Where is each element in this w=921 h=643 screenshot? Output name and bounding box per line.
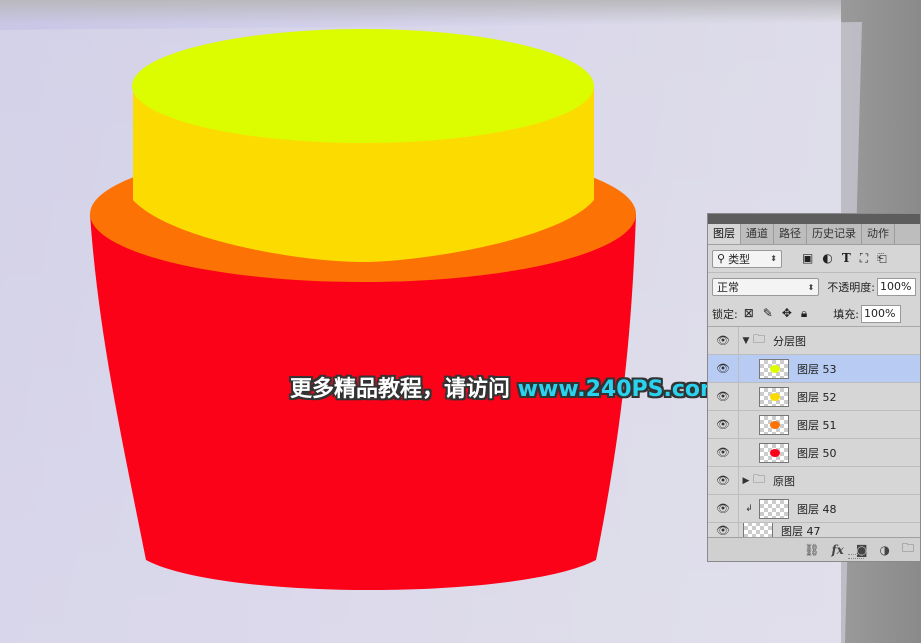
layer-thumbnail [759,442,789,463]
lid-top [132,29,594,143]
layer-name: 图层 53 [797,362,837,376]
layer-group-yuantu[interactable]: 👁︎ ▶ 🗀 原图 [708,467,920,495]
watermark-text: 更多精品教程，请访问 [290,377,518,402]
opacity-label: 不透明度: [827,281,875,294]
filter-row: ⚲ 类型 ⬍ ▣ ◐ T ⛶ ⎗ [708,245,920,273]
eye-icon[interactable]: 👁︎ [708,467,739,494]
panel-tabs: 图层 通道 路径 历史记录 动作 [708,224,920,245]
lock-paint-icon[interactable]: ✎ [763,306,773,321]
opacity-input[interactable]: 100% [876,278,916,296]
eye-icon[interactable]: 👁︎ [708,411,739,438]
layer-name: 图层 51 [797,418,837,432]
blend-mode-select[interactable]: 正常 ⬍ [712,278,820,296]
blend-row: 正常 ⬍ 不透明度: 100% [708,273,920,301]
layer-thumbnail [759,498,789,519]
layer-name: 原图 [773,474,796,488]
adjustment-filter-icon[interactable]: ◐ [822,251,832,266]
lock-position-icon[interactable]: ✥ [782,306,792,321]
filter-kind-label: 类型 [728,252,751,266]
layer-name: 图层 52 [797,390,837,404]
thumbnail-shape [770,448,780,457]
image-filter-icon[interactable]: ▣ [802,251,813,266]
resize-grip[interactable] [848,554,864,559]
layer-name: 图层 48 [797,502,837,516]
watermark: 更多精品教程，请访问 www.240PS.com [290,371,723,403]
layer-52[interactable]: 👁︎ 图层 52 [708,383,920,411]
lock-all-icon[interactable]: 🔒︎ [801,306,807,321]
filter-icons: ▣ ◐ T ⛶ ⎗ [802,251,887,266]
layer-thumbnail [759,414,789,435]
chevron-updown-icon: ⬍ [807,282,815,292]
layer-48[interactable]: 👁︎ ↲ 图层 48 [708,495,920,523]
eye-icon[interactable]: 👁︎ [708,439,739,466]
folder-icon: 🗀 [753,472,766,486]
lock-row: 锁定: ⊠ ✎ ✥ 🔒︎ 填充: 100% [708,301,920,327]
tab-layers[interactable]: 图层 [708,224,741,244]
watermark-url: www.240PS.com [517,377,723,402]
layer-thumbnail [759,386,789,407]
clipping-arrow-icon: ↲ [745,503,753,514]
thumbnail-shape [770,392,780,401]
smart-object-filter-icon[interactable]: ⎗ [877,251,887,266]
layer-51[interactable]: 👁︎ 图层 51 [708,411,920,439]
eye-icon[interactable]: 👁︎ [708,355,739,382]
type-filter-icon[interactable]: T [842,251,851,266]
fill-input[interactable]: 100% [861,304,902,323]
panel-title-bar[interactable] [708,214,920,224]
blend-mode-value: 正常 [717,281,739,294]
layer-thumbnail [759,358,789,379]
layers-panel: 图层 通道 路径 历史记录 动作 ⚲ 类型 ⬍ ▣ ◐ T ⛶ ⎗ 正常 ⬍ 不… [707,213,921,562]
layer-name: 分层图 [773,334,807,348]
tab-paths[interactable]: 路径 [774,224,807,244]
shape-filter-icon[interactable]: ⛶ [860,251,868,266]
eye-icon[interactable]: 👁︎ [708,495,739,522]
eye-icon[interactable]: 👁︎ [708,383,739,410]
folder-icon: 🗀 [753,332,766,346]
adjustment-icon[interactable]: ◑ [880,543,890,557]
thumbnail-shape [770,420,780,429]
thumbnail-shape [770,364,780,373]
layer-name: 图层 50 [797,446,837,460]
filter-kind-select[interactable]: ⚲ 类型 ⬍ [712,249,782,268]
tab-actions[interactable]: 动作 [862,224,895,244]
tab-channels[interactable]: 通道 [741,224,774,244]
link-icon[interactable]: ⛓ [804,543,819,557]
lock-label: 锁定: [712,307,738,321]
chevron-updown-icon: ⬍ [770,254,777,263]
layer-group-fencengtu[interactable]: 👁︎ ▼ 🗀 分层图 [708,327,920,355]
fx-icon[interactable]: fx [832,543,844,557]
search-icon: ⚲ [717,252,726,265]
expand-down-icon[interactable]: ▼ [739,336,753,346]
expand-right-icon[interactable]: ▶ [739,476,753,486]
panel-bottom-bar: ⛓ fx ◙ ◑ 🗀 [708,537,920,561]
lock-transparency-icon[interactable]: ⊠ [744,306,754,321]
layer-50[interactable]: 👁︎ 图层 50 [708,439,920,467]
eye-icon[interactable]: 👁︎ [708,327,739,354]
lock-icons: ⊠ ✎ ✥ 🔒︎ [744,306,808,321]
fill-label: 填充: [833,307,860,321]
layer-list: 👁︎ ▼ 🗀 分层图 👁︎ 图层 53 👁︎ 图层 52 👁︎ 图层 51 👁︎ [708,327,920,539]
layer-53[interactable]: 👁︎ 图层 53 [708,355,920,383]
folder-icon[interactable]: 🗀 [902,539,914,560]
tab-history[interactable]: 历史记录 [807,224,862,244]
